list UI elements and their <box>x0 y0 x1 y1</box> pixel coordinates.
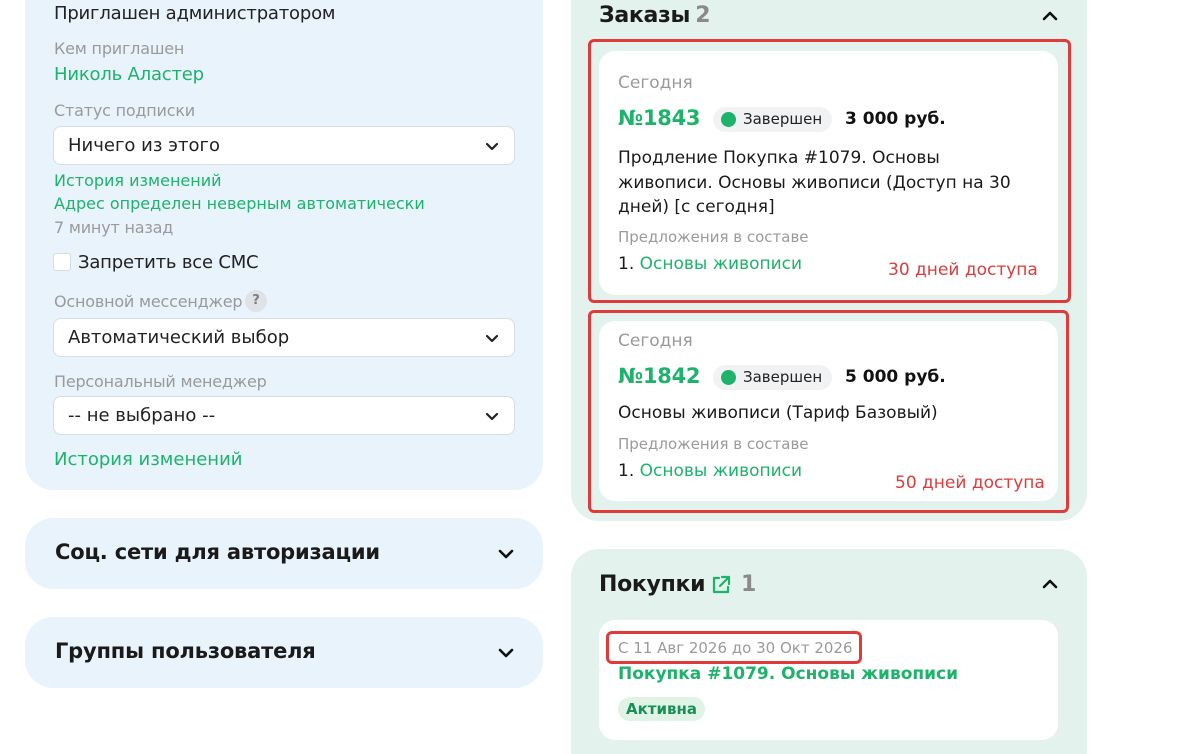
order-date: Сегодня <box>618 331 693 351</box>
invited-by-label: Кем приглашен <box>54 39 185 58</box>
purchase-status-badge: Активна <box>618 697 705 721</box>
external-link-icon[interactable] <box>710 574 732 596</box>
help-icon[interactable]: ? <box>245 290 267 312</box>
purchase-period: С 11 Авг 2026 до 30 Окт 2026 <box>618 639 853 657</box>
manager-label: Персональный менеджер <box>54 372 267 391</box>
status-badge: Завершен <box>713 107 833 132</box>
status-text: Завершен <box>743 110 823 128</box>
subscription-status-value: Ничего из этого <box>68 135 220 156</box>
order-description-line: живописи. Основы живописи (Доступ на 30 <box>618 172 1011 193</box>
chevron-down-icon[interactable] <box>497 645 515 661</box>
annotation-note: 30 дней доступа <box>888 260 1038 280</box>
chevron-down-icon <box>485 412 499 421</box>
invited-by-admin-text: Приглашен администратором <box>54 3 336 24</box>
order-price: 3 000 руб. <box>845 109 946 129</box>
offer-link[interactable]: Основы живописи <box>640 461 802 481</box>
order-description-line: Основы живописи (Тариф Базовый) <box>618 403 938 423</box>
messenger-select[interactable]: Автоматический выбор <box>53 318 515 357</box>
status-badge: Завершен <box>713 365 833 390</box>
chevron-down-icon <box>485 142 499 151</box>
chevron-down-icon <box>485 334 499 343</box>
user-groups-title: Группы пользователя <box>55 639 316 663</box>
order-description: Основы живописи (Тариф Базовый) <box>618 401 1038 426</box>
purchases-header: Покупки <box>599 572 706 597</box>
offer-index: 1. <box>618 461 635 481</box>
purchases-title-link[interactable]: Покупки <box>599 572 706 597</box>
offer-item: 1. Основы живописи <box>618 254 802 274</box>
manager-select[interactable]: -- не выбрано -- <box>53 396 515 435</box>
status-text: Завершен <box>743 368 823 386</box>
order-number-link[interactable]: №1843 <box>618 106 701 130</box>
order-description-line: дней) [с сегодня] <box>618 197 775 217</box>
social-auth-title: Соц. сети для авторизации <box>55 540 380 564</box>
history-link-2[interactable]: История изменений <box>54 449 242 470</box>
block-sms-checkbox[interactable] <box>53 253 71 271</box>
user-groups-section[interactable]: Группы пользователя <box>25 617 543 688</box>
address-auto-link[interactable]: Адрес определен неверным автоматически <box>54 194 425 213</box>
order-number-link[interactable]: №1842 <box>618 364 701 388</box>
status-dot-icon <box>721 112 736 127</box>
purchases-count: 1 <box>741 572 757 597</box>
chevron-up-icon[interactable] <box>1041 8 1059 24</box>
social-auth-section[interactable]: Соц. сети для авторизации <box>25 518 543 589</box>
subscription-status-label: Статус подписки <box>54 101 196 120</box>
orders-count: 2 <box>695 3 711 28</box>
offer-link[interactable]: Основы живописи <box>640 254 802 274</box>
orders-header: Заказы 2 <box>599 3 711 28</box>
chevron-up-icon[interactable] <box>1041 576 1059 592</box>
time-ago-text: 7 минут назад <box>54 218 174 237</box>
purchase-name-link[interactable]: Покупка #1079. Основы живописи <box>618 664 958 684</box>
order-date: Сегодня <box>618 73 693 93</box>
order-price: 5 000 руб. <box>845 367 946 387</box>
invited-by-link[interactable]: Николь Аластер <box>54 64 204 85</box>
orders-title: Заказы <box>599 3 691 28</box>
history-link[interactable]: История изменений <box>54 171 222 190</box>
order-description: Продление Покупка #1079. Основы живописи… <box>618 146 1038 220</box>
messenger-label: Основной мессенджер <box>54 292 243 311</box>
manager-value: -- не выбрано -- <box>68 405 216 426</box>
chevron-down-icon[interactable] <box>497 546 515 562</box>
subscription-status-select[interactable]: Ничего из этого <box>53 126 515 165</box>
offers-label: Предложения в составе <box>618 228 809 246</box>
order-description-line: Продление Покупка #1079. Основы <box>618 148 940 168</box>
annotation-note: 50 дней доступа <box>895 473 1045 493</box>
offer-index: 1. <box>618 254 635 274</box>
offers-label: Предложения в составе <box>618 435 809 453</box>
block-sms-label[interactable]: Запретить все СМС <box>78 252 259 273</box>
status-dot-icon <box>721 370 736 385</box>
messenger-value: Автоматический выбор <box>68 327 290 348</box>
offer-item: 1. Основы живописи <box>618 461 802 481</box>
